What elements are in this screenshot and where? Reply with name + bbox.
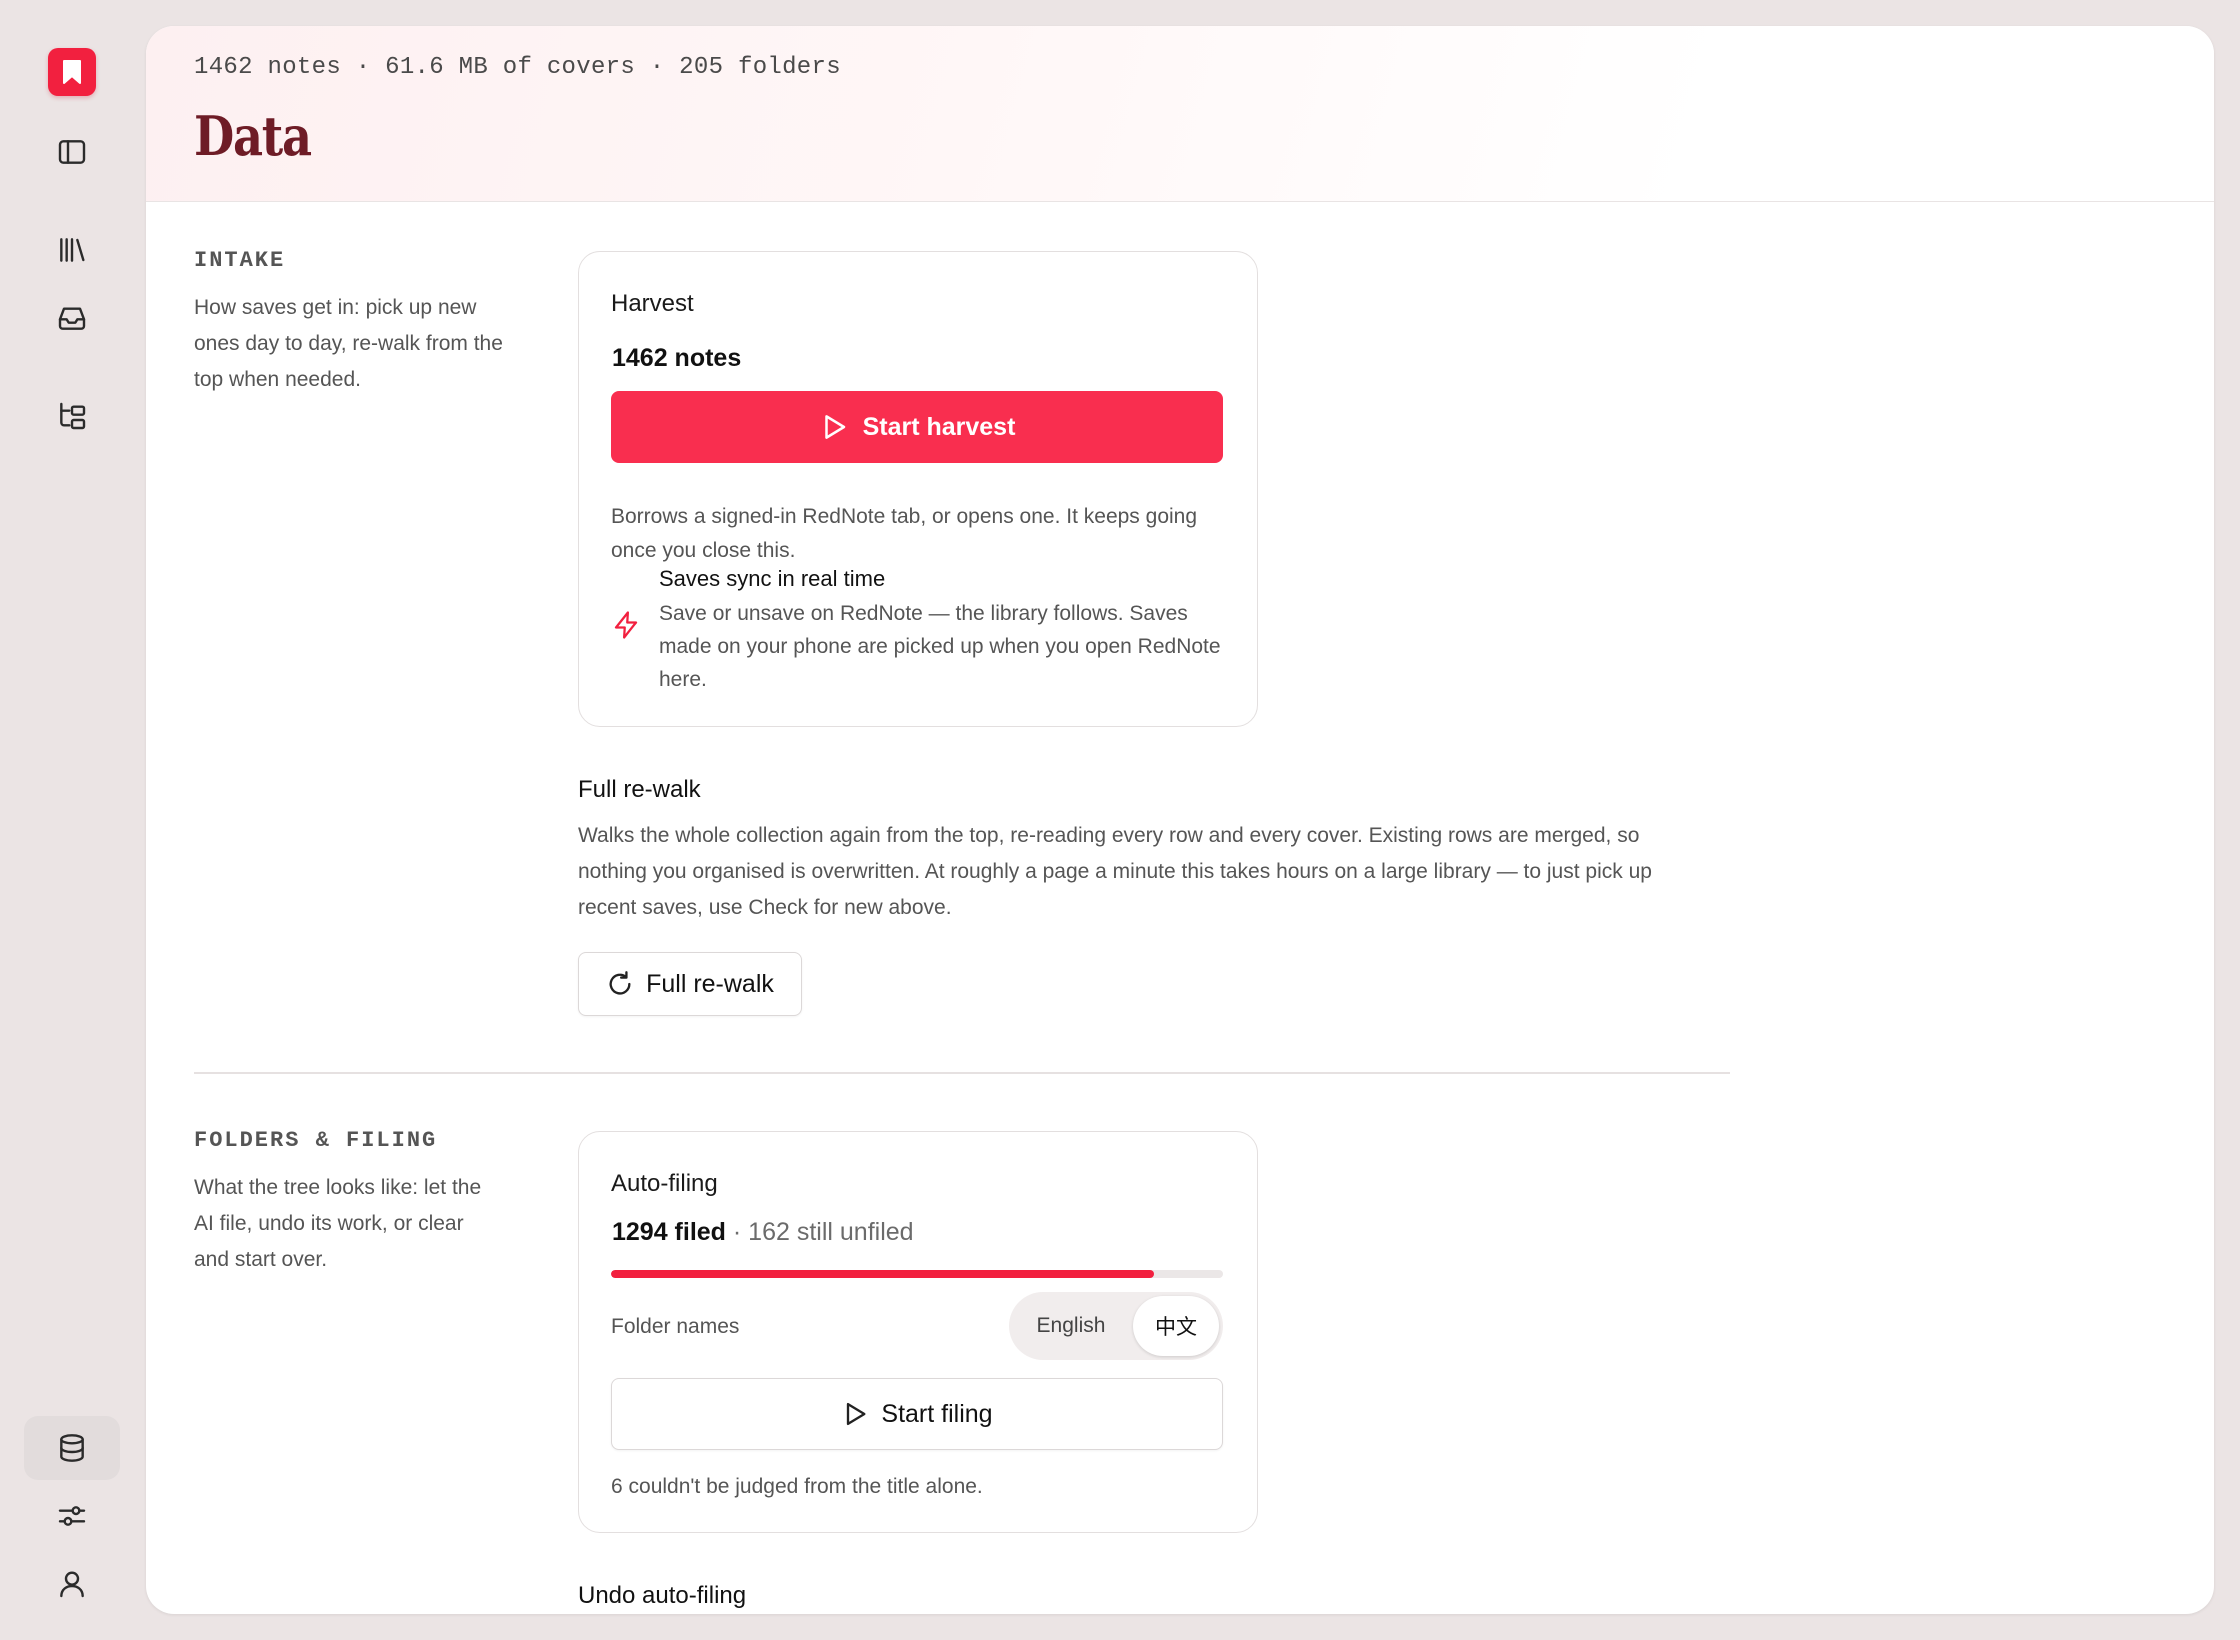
autofiling-card: Auto-filing 1294 filed · 162 still unfil… [578,1131,1258,1533]
settings-button[interactable] [24,1484,120,1548]
autofiling-title: Auto-filing [611,1170,718,1197]
lightning-icon [614,611,638,639]
harvest-title: Harvest [611,290,694,317]
nav-rail [0,0,144,1640]
harvest-note: Borrows a signed-in RedNote tab, or open… [611,505,1198,562]
folder-names-label: Folder names [611,1315,740,1338]
section-desc-intake: How saves get in: pick up new ones day t… [194,296,503,391]
bookmark-icon [63,60,81,84]
undo-autofiling-title: Undo auto-filing [578,1582,747,1609]
main-panel: 1462 notes · 61.6 MB of covers · 205 fol… [146,26,2214,1614]
harvest-card: Harvest 1462 notes Start harvest Borrows… [578,251,1258,727]
folders-button[interactable] [24,384,120,448]
lang-option-english[interactable]: English [1013,1296,1129,1356]
sidebar-toggle-button[interactable] [24,120,120,184]
rewalk-title: Full re-walk [578,776,701,803]
start-filing-button[interactable]: Start filing [611,1378,1223,1450]
library-icon [60,238,85,262]
folder-tree-icon [60,402,86,430]
section-label-folders: FOLDERS & FILING [194,1128,438,1153]
sync-title: Saves sync in real time [659,566,886,591]
harvest-count: 1462 notes [612,344,742,372]
sync-desc: Save or unsave on RedNote — the library … [659,602,1221,691]
lang-option-chinese[interactable]: 中文 [1133,1296,1219,1356]
filed-count: 1294 filed [612,1218,726,1246]
full-rewalk-button[interactable]: Full re-walk [578,952,802,1016]
filing-note: 6 couldn't be judged from the title alon… [611,1475,983,1498]
filing-progress-fill [611,1270,1155,1278]
full-rewalk-label: Full re-walk [646,969,774,998]
folder-language-toggle: English 中文 [1009,1292,1223,1360]
library-stats: 1462 notes · 61.6 MB of covers · 205 fol… [194,54,841,81]
sliders-icon [58,1506,86,1526]
data-button[interactable] [24,1416,120,1480]
library-button[interactable] [24,218,120,282]
page-header: 1462 notes · 61.6 MB of covers · 205 fol… [146,26,2214,202]
refresh-icon [609,971,631,995]
account-button[interactable] [24,1552,120,1616]
section-divider [194,1072,1730,1074]
user-icon [60,1571,84,1598]
sidebar-icon [58,140,86,164]
app-logo[interactable] [48,48,96,96]
database-icon [60,1434,84,1462]
inbox-button[interactable] [24,286,120,350]
section-desc-folders: What the tree looks like: let the AI fil… [194,1176,482,1271]
unfiled-count: · 162 still unfiled [725,1218,914,1246]
inbox-icon [58,307,86,330]
play-icon [847,1402,866,1426]
start-harvest-button[interactable]: Start harvest [611,391,1223,463]
start-harvest-label: Start harvest [862,412,1016,441]
section-label-intake: INTAKE [194,248,286,273]
start-filing-label: Start filing [881,1399,993,1428]
autofiling-count: 1294 filed · 162 still unfiled [612,1218,914,1247]
play-icon [824,415,845,439]
filing-progress-bar [611,1270,1223,1278]
page-title: Data [194,104,312,168]
rewalk-desc: Walks the whole collection again from th… [578,824,1652,919]
